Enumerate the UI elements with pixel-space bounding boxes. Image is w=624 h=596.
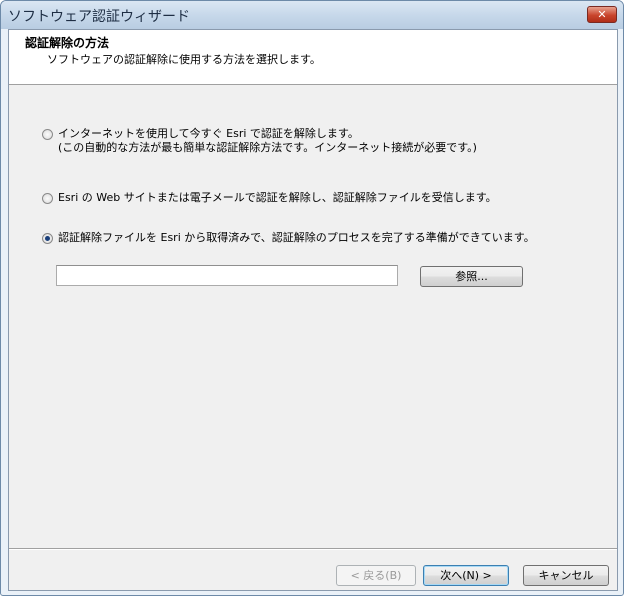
option-label: インターネットを使用して今すぐ Esri で認証を解除します。 — [58, 127, 359, 140]
cancel-button[interactable]: キャンセル — [523, 565, 609, 586]
wizard-window: ソフトウェア認証ウィザード ✕ 認証解除の方法 ソフトウェアの認証解除に使用する… — [0, 0, 624, 596]
radio-button-selected[interactable] — [42, 233, 53, 244]
wizard-client-area: 認証解除の方法 ソフトウェアの認証解除に使用する方法を選択します。 インターネッ… — [8, 29, 618, 591]
option-description: (この自動的な方法が最も簡単な認証解除方法です。インターネット接続が必要です。) — [58, 141, 477, 154]
back-button[interactable]: < 戻る(B) — [336, 565, 416, 586]
option-label: Esri の Web サイトまたは電子メールで認証を解除し、認証解除ファイルを受… — [58, 191, 497, 204]
option-label: 認証解除ファイルを Esri から取得済みで、認証解除のプロセスを完了する準備が… — [58, 231, 535, 244]
wizard-header: 認証解除の方法 ソフトウェアの認証解除に使用する方法を選択します。 — [9, 30, 617, 85]
radio-button[interactable] — [42, 129, 53, 140]
page-subtitle: ソフトウェアの認証解除に使用する方法を選択します。 — [47, 53, 321, 66]
next-button[interactable]: 次へ(N) > — [423, 565, 509, 586]
deauth-file-path-input[interactable] — [56, 265, 398, 286]
browse-button[interactable]: 参照... — [420, 266, 523, 287]
page-title: 認証解除の方法 — [25, 36, 110, 50]
close-icon: ✕ — [597, 8, 607, 21]
title-bar[interactable]: ソフトウェア認証ウィザード ✕ — [1, 1, 623, 29]
footer-separator — [9, 548, 617, 550]
window-title: ソフトウェア認証ウィザード — [8, 9, 190, 25]
radio-button[interactable] — [42, 193, 53, 204]
close-button[interactable]: ✕ — [587, 6, 617, 23]
